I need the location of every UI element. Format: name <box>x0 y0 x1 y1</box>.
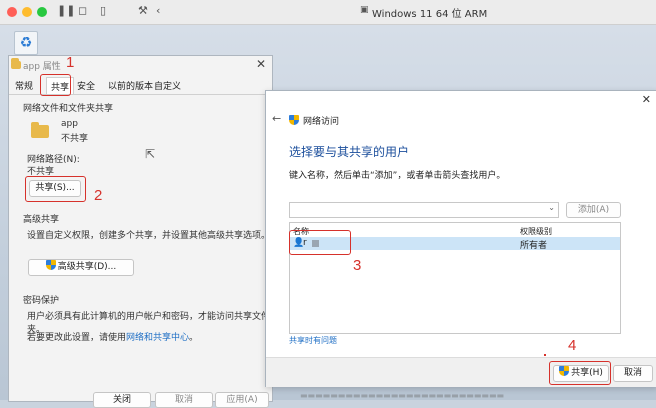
annotation-box-1 <box>40 74 71 96</box>
recycle-bin-icon[interactable]: ♻ <box>14 31 38 55</box>
settings-icon[interactable]: ⚒ <box>138 4 148 17</box>
folder-share-status: 不共享 <box>61 134 89 144</box>
mouse-cursor-icon: ⇱ <box>145 147 156 161</box>
network-icon <box>289 115 301 127</box>
folder-icon <box>31 122 49 138</box>
annotation-number-3: 3 <box>353 257 362 274</box>
advanced-sharing-description: 设置自定义权限，创建多个共享，并设置其他高级共享选项。 <box>27 231 271 241</box>
annotation-number-1: 1 <box>66 54 75 71</box>
network-access-dialog: ✕ ← 网络访问 选择要与其共享的用户 键入名称，然后单击“添加”，或者单击箭头… <box>265 90 656 387</box>
section-password-protection: 密码保护 <box>23 296 60 306</box>
vm-toolbar: ❚❚ ◻ ▯ ⚒ ‹ ▣ Windows 11 64 位 ARM <box>0 0 656 25</box>
chevron-down-icon[interactable]: ⌄ <box>548 203 555 212</box>
sharing-help-link[interactable]: 共享时有问题 <box>289 335 337 346</box>
column-header-permission[interactable]: 权限级别 <box>520 226 552 237</box>
annotation-dot <box>544 354 546 356</box>
tab-previous-versions[interactable]: 以前的版本 <box>108 79 153 92</box>
password-change-prefix: 若要更改此设置，请使用 <box>27 333 127 343</box>
close-window-button[interactable] <box>7 7 17 17</box>
uac-shield-icon <box>45 260 56 270</box>
network-sharing-center-link[interactable]: 网络和共享中心 <box>126 333 189 343</box>
network-access-instruction: 键入名称，然后单击“添加”，或者单击箭头查找用户。 <box>289 171 506 181</box>
sidebar-icon[interactable]: ▯ <box>100 4 106 17</box>
tab-customize[interactable]: 自定义 <box>154 79 181 92</box>
password-change-suffix: 。 <box>189 333 199 343</box>
advanced-sharing-button-label: 高级共享(D)... <box>57 262 117 272</box>
section-network-sharing: 网络文件和文件夹共享 <box>23 104 114 114</box>
cancel-button[interactable]: 取消 <box>155 392 213 408</box>
annotation-box-2 <box>25 176 86 202</box>
network-access-title: 网络访问 <box>303 117 340 127</box>
close-icon[interactable]: ✕ <box>256 57 266 71</box>
cancel-button[interactable]: 取消 <box>613 365 653 382</box>
tab-security[interactable]: 安全 <box>77 79 95 92</box>
dialog-button-bar: 共享(H) 取消 <box>266 354 656 387</box>
properties-title: app 属性 <box>23 62 61 72</box>
annotation-number-2: 2 <box>94 187 103 204</box>
apply-button[interactable]: 应用(A) <box>215 392 269 408</box>
close-icon[interactable]: ✕ <box>642 93 651 106</box>
folder-icon <box>11 58 21 69</box>
annotation-box-3 <box>289 230 351 255</box>
snapshot-icon[interactable]: ◻ <box>78 4 87 17</box>
bg-row: ▬▬▬▬▬▬▬▬▬▬▬▬▬▬▬▬▬▬▬▬▬▬▬▬▬▬▬ <box>300 391 505 400</box>
properties-dialog: app 属性 ✕ 常规 共享 安全 以前的版本 自定义 1 网络文件和文件夹共享… <box>8 54 273 408</box>
tab-general[interactable]: 常规 <box>15 79 33 92</box>
password-change-hint: 若要更改此设置，请使用网络和共享中心。 <box>27 330 198 343</box>
close-button[interactable]: 关闭 <box>93 392 151 408</box>
back-icon[interactable]: ‹ <box>156 4 160 17</box>
user-permission[interactable]: 所有者 <box>520 238 547 251</box>
annotation-box-4 <box>549 361 611 385</box>
minimize-window-button[interactable] <box>22 7 32 17</box>
add-button[interactable]: 添加(A) <box>566 202 621 218</box>
zoom-window-button[interactable] <box>37 7 47 17</box>
advanced-sharing-button[interactable]: 高级共享(D)... <box>28 259 134 276</box>
network-access-heading: 选择要与其共享的用户 <box>289 145 410 159</box>
annotation-number-4: 4 <box>568 337 577 354</box>
user-name-combobox[interactable]: ⌄ <box>289 202 559 218</box>
folder-name: app <box>61 119 78 129</box>
back-arrow-icon[interactable]: ← <box>272 112 281 125</box>
pause-icon[interactable]: ❚❚ <box>57 4 75 17</box>
vm-os-icon: ▣ <box>360 5 369 15</box>
vm-title: Windows 11 64 位 ARM <box>372 9 488 20</box>
section-advanced-sharing: 高级共享 <box>23 215 60 225</box>
